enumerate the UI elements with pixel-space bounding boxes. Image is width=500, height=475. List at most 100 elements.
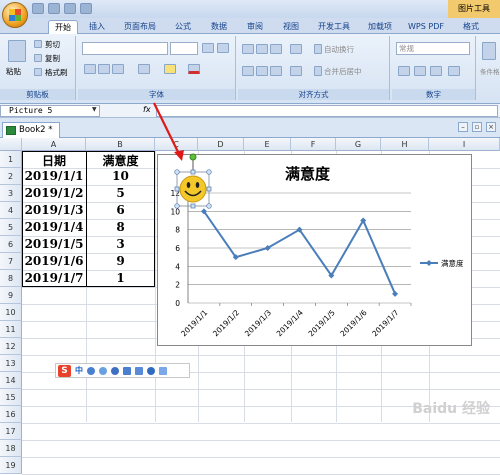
- tab-home[interactable]: 开始: [48, 20, 78, 34]
- row-header[interactable]: 4: [0, 202, 22, 219]
- row-header[interactable]: 8: [0, 270, 22, 287]
- row-header[interactable]: 14: [0, 372, 22, 389]
- undo-icon[interactable]: [48, 3, 60, 14]
- tab-developer[interactable]: 开发工具: [312, 20, 356, 34]
- emoji-icon[interactable]: [99, 366, 107, 375]
- row-header[interactable]: 7: [0, 253, 22, 270]
- close-icon[interactable]: ×: [486, 122, 496, 132]
- tab-format[interactable]: 格式: [456, 20, 486, 34]
- row-header[interactable]: 17: [0, 423, 22, 440]
- cut-label[interactable]: 剪切: [45, 39, 60, 50]
- restore-icon[interactable]: ▫: [472, 122, 482, 132]
- row-header[interactable]: 9: [0, 287, 22, 304]
- table-cell-value[interactable]: 10: [86, 169, 155, 183]
- table-cell-date[interactable]: 2019/1/4: [22, 220, 86, 234]
- copy-icon[interactable]: [34, 54, 42, 62]
- format-painter-icon[interactable]: [34, 68, 42, 76]
- resize-handle[interactable]: [206, 169, 212, 175]
- header-satisfaction[interactable]: 满意度: [86, 152, 155, 169]
- column-header[interactable]: B: [86, 138, 155, 151]
- table-cell-date[interactable]: 2019/1/7: [22, 271, 86, 285]
- number-format-combo[interactable]: 常规: [396, 42, 470, 55]
- office-button[interactable]: [2, 2, 28, 28]
- tab-page-layout[interactable]: 页面布局: [118, 20, 162, 34]
- header-date[interactable]: 日期: [22, 152, 86, 169]
- row-header[interactable]: 12: [0, 338, 22, 355]
- skin-icon[interactable]: [147, 366, 155, 375]
- cut-icon[interactable]: [34, 40, 42, 48]
- table-cell-value[interactable]: 1: [86, 271, 155, 285]
- tab-insert[interactable]: 插入: [82, 20, 112, 34]
- resize-handle[interactable]: [206, 186, 212, 192]
- merge-center-icon[interactable]: [314, 66, 322, 76]
- decrease-indent-icon[interactable]: [290, 66, 302, 76]
- table-cell-value[interactable]: 8: [86, 220, 155, 234]
- row-header[interactable]: 5: [0, 219, 22, 236]
- merge-center-label[interactable]: 合并后居中: [324, 66, 362, 77]
- table-cell-date[interactable]: 2019/1/6: [22, 254, 86, 268]
- resize-handle[interactable]: [206, 203, 212, 209]
- table-cell-date[interactable]: 2019/1/1: [22, 169, 86, 183]
- borders-icon[interactable]: [138, 64, 150, 74]
- paste-label[interactable]: 粘贴: [6, 66, 21, 77]
- tab-view[interactable]: 视图: [276, 20, 306, 34]
- conditional-format-icon[interactable]: [482, 42, 496, 60]
- wrap-text-label[interactable]: 自动换行: [324, 44, 354, 55]
- column-header[interactable]: E: [244, 138, 291, 151]
- conditional-format-label[interactable]: 条件格: [480, 66, 500, 76]
- table-cell-date[interactable]: 2019/1/3: [22, 203, 86, 217]
- bold-icon[interactable]: [84, 64, 96, 74]
- formula-input[interactable]: [156, 105, 498, 117]
- resize-handle[interactable]: [190, 169, 196, 175]
- row-header[interactable]: 18: [0, 440, 22, 457]
- tab-data[interactable]: 数据: [204, 20, 234, 34]
- currency-icon[interactable]: [398, 66, 410, 76]
- column-header[interactable]: G: [336, 138, 381, 151]
- font-size-combo[interactable]: [170, 42, 198, 55]
- row-header[interactable]: 3: [0, 185, 22, 202]
- paste-icon[interactable]: [8, 40, 26, 62]
- ime-mode-label[interactable]: 中: [75, 365, 83, 376]
- orientation-icon[interactable]: [290, 44, 302, 54]
- select-all-corner[interactable]: [0, 138, 22, 151]
- column-header[interactable]: F: [291, 138, 336, 151]
- percent-icon[interactable]: [414, 66, 426, 76]
- align-top-icon[interactable]: [242, 44, 254, 54]
- grow-font-icon[interactable]: [202, 43, 214, 53]
- tab-addins[interactable]: 加载项: [362, 20, 398, 34]
- increase-decimal-icon[interactable]: [448, 66, 460, 76]
- column-header[interactable]: H: [381, 138, 429, 151]
- row-header[interactable]: 1: [0, 151, 22, 168]
- insert-function-icon[interactable]: fx: [143, 105, 151, 114]
- more-icon[interactable]: [159, 366, 167, 375]
- format-painter-label[interactable]: 格式刷: [45, 67, 68, 78]
- smiley-face-icon[interactable]: [179, 175, 207, 203]
- sogou-logo-icon[interactable]: S: [58, 364, 71, 377]
- tab-formulas[interactable]: 公式: [168, 20, 198, 34]
- voice-icon[interactable]: [111, 366, 119, 375]
- workbook-tab[interactable]: Book2 *: [2, 122, 60, 138]
- table-cell-value[interactable]: 9: [86, 254, 155, 268]
- row-header[interactable]: 6: [0, 236, 22, 253]
- resize-handle[interactable]: [174, 169, 180, 175]
- column-header[interactable]: A: [22, 138, 86, 151]
- comma-style-icon[interactable]: [430, 66, 442, 76]
- align-middle-icon[interactable]: [256, 44, 268, 54]
- print-preview-icon[interactable]: [80, 3, 92, 14]
- column-header[interactable]: D: [198, 138, 244, 151]
- row-header[interactable]: 13: [0, 355, 22, 372]
- column-header[interactable]: C: [155, 138, 198, 151]
- italic-icon[interactable]: [98, 64, 110, 74]
- selected-picture[interactable]: [170, 152, 212, 214]
- table-cell-date[interactable]: 2019/1/5: [22, 237, 86, 251]
- align-left-icon[interactable]: [242, 66, 254, 76]
- save-icon[interactable]: [32, 3, 44, 14]
- align-center-icon[interactable]: [256, 66, 268, 76]
- toolbox-icon[interactable]: [135, 366, 143, 375]
- tab-wps-pdf[interactable]: WPS PDF: [404, 20, 448, 34]
- copy-label[interactable]: 复制: [45, 53, 60, 64]
- row-header[interactable]: 10: [0, 304, 22, 321]
- picture-tools-context-tab[interactable]: 图片工具: [448, 0, 500, 18]
- redo-icon[interactable]: [64, 3, 76, 14]
- column-header[interactable]: I: [429, 138, 500, 151]
